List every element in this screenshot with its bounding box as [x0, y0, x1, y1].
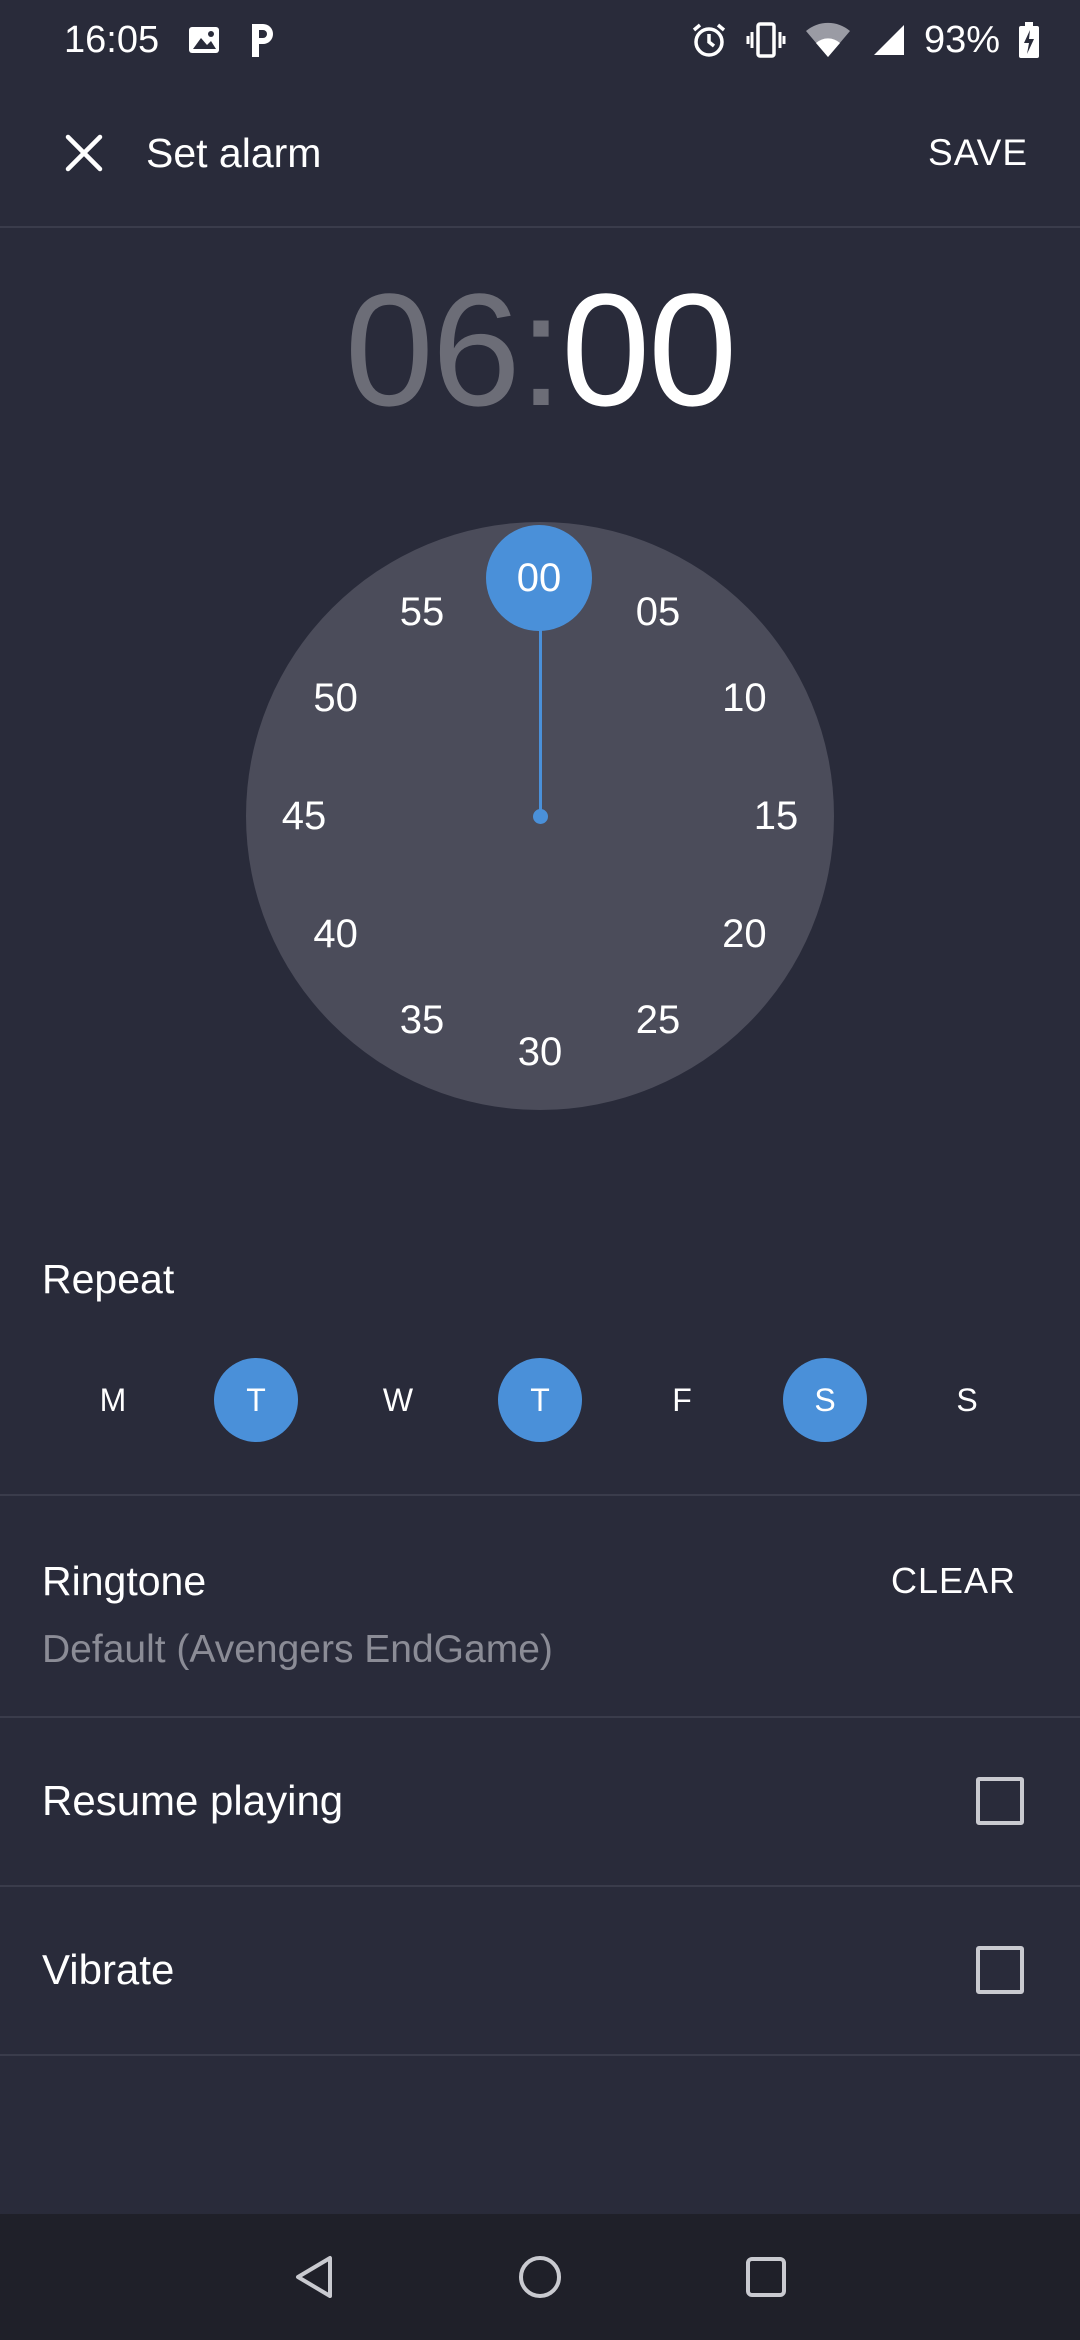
day-friday[interactable]: F — [640, 1358, 724, 1442]
vibrate-icon — [746, 21, 786, 59]
close-button[interactable] — [60, 129, 108, 177]
status-time: 16:05 — [64, 18, 160, 61]
home-icon — [519, 2256, 561, 2298]
minute-value[interactable]: 00 — [561, 270, 737, 430]
resume-playing-label: Resume playing — [42, 1777, 344, 1824]
resume-playing-checkbox[interactable] — [976, 1777, 1024, 1825]
day-thursday[interactable]: T — [498, 1358, 582, 1442]
day-sunday[interactable]: S — [925, 1358, 1009, 1442]
day-wednesday[interactable]: W — [356, 1358, 440, 1442]
battery-percent: 93% — [923, 18, 1000, 61]
dial-number[interactable]: 35 — [382, 995, 462, 1045]
parking-icon — [249, 21, 277, 59]
close-icon — [65, 134, 103, 172]
status-bar: 16:05 93% — [0, 0, 1080, 80]
dial-number[interactable]: 55 — [382, 587, 462, 637]
battery-charging-icon — [1018, 21, 1040, 59]
dial-number[interactable]: 50 — [296, 673, 376, 723]
back-icon — [296, 2256, 332, 2298]
dial-number[interactable]: 10 — [704, 673, 784, 723]
signal-icon — [870, 21, 906, 59]
day-monday[interactable]: M — [71, 1358, 155, 1442]
wifi-icon — [804, 21, 852, 59]
repeat-days: M T W T F S S — [0, 1358, 1080, 1442]
image-icon — [187, 23, 221, 57]
recents-button[interactable] — [742, 2253, 790, 2301]
set-alarm-screen: 16:05 93% Set alarm SAVE 06: 00 00 05 1… — [0, 0, 1080, 2340]
vibrate-row[interactable]: Vibrate — [0, 1886, 1080, 2054]
vibrate-label: Vibrate — [42, 1946, 175, 1993]
dial-number[interactable]: 30 — [500, 1027, 580, 1077]
app-bar: Set alarm SAVE — [0, 80, 1080, 228]
dial-number[interactable]: 25 — [618, 995, 698, 1045]
minute-dial[interactable]: 00 05 10 15 20 25 30 35 40 45 50 55 — [246, 522, 834, 1110]
dial-number[interactable]: 45 — [264, 791, 344, 841]
ringtone-label: Ringtone — [42, 1558, 207, 1604]
resume-playing-row[interactable]: Resume playing — [0, 1717, 1080, 1885]
home-button[interactable] — [516, 2253, 564, 2301]
dial-hand — [539, 616, 542, 816]
hour-value[interactable]: 06 — [345, 270, 521, 430]
recents-icon — [746, 2257, 786, 2297]
ringtone-value[interactable]: Default (Avengers EndGame) — [42, 1628, 553, 1672]
navigation-bar — [0, 2214, 1080, 2340]
save-button[interactable]: SAVE — [928, 132, 1028, 174]
alarm-icon — [690, 21, 728, 59]
dial-number[interactable]: 40 — [296, 909, 376, 959]
divider — [0, 1494, 1080, 1496]
page-title: Set alarm — [146, 129, 322, 176]
day-saturday[interactable]: S — [783, 1358, 867, 1442]
dial-number[interactable]: 20 — [704, 909, 784, 959]
day-tuesday[interactable]: T — [214, 1358, 298, 1442]
clear-button[interactable]: CLEAR — [891, 1560, 1016, 1602]
vibrate-checkbox[interactable] — [976, 1946, 1024, 1994]
dial-selected-minute[interactable]: 00 — [486, 525, 592, 631]
dial-number[interactable]: 15 — [736, 791, 816, 841]
repeat-label: Repeat — [42, 1256, 175, 1302]
back-button[interactable] — [290, 2253, 338, 2301]
time-display: 06 : 00 — [0, 270, 1080, 430]
dial-number[interactable]: 05 — [618, 587, 698, 637]
divider — [0, 2054, 1080, 2056]
time-separator: : — [518, 260, 563, 439]
dial-center-dot — [533, 809, 548, 824]
